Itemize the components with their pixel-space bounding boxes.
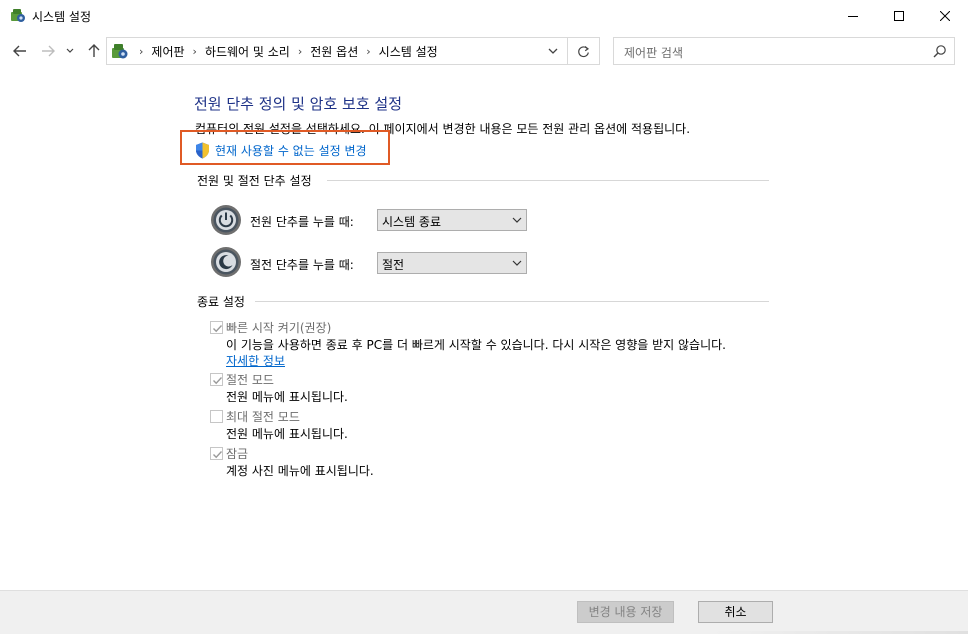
lock-checkbox[interactable] <box>210 447 223 460</box>
checkmark-icon <box>213 325 223 333</box>
main-content: 전원 단추 정의 및 암호 보호 설정 컴퓨터의 전원 설정을 선택하세요. 이… <box>0 71 968 590</box>
arrow-left-icon <box>13 45 26 57</box>
control-panel-icon <box>112 44 128 59</box>
power-button-icon <box>211 205 241 235</box>
sleep-checkbox[interactable] <box>210 373 223 386</box>
divider <box>327 180 769 181</box>
up-button[interactable] <box>84 41 104 61</box>
breadcrumb-hardware-sound[interactable]: 하드웨어 및 소리 <box>205 43 290 60</box>
breadcrumb-power-options[interactable]: 전원 옵션 <box>310 43 358 60</box>
sleep-label: 절전 모드 <box>226 373 274 387</box>
chevron-down-icon <box>512 260 522 266</box>
lock-label: 잠금 <box>226 447 249 461</box>
forward-button[interactable] <box>38 41 58 61</box>
sleep-button-action-select[interactable]: 절전 <box>377 252 527 274</box>
chevron-right-icon[interactable]: › <box>366 45 370 58</box>
hibernate-checkbox[interactable] <box>210 410 223 423</box>
minimize-button[interactable] <box>830 0 876 31</box>
fast-startup-label: 빠른 시작 켜기(권장) <box>226 321 332 335</box>
search-placeholder: 제어판 검색 <box>624 46 684 60</box>
chevron-down-icon[interactable] <box>547 45 559 57</box>
chevron-down-icon <box>512 217 522 223</box>
footer-bar: 변경 내용 저장 취소 <box>0 590 968 634</box>
save-changes-button[interactable]: 변경 내용 저장 <box>577 601 674 623</box>
sleep-description: 전원 메뉴에 표시됩니다. <box>226 390 348 404</box>
power-button-label: 전원 단추를 누를 때: <box>250 215 354 229</box>
address-bar[interactable]: › 제어판 › 하드웨어 및 소리 › 전원 옵션 › 시스템 설정 <box>106 37 568 65</box>
power-button-action-select[interactable]: 시스템 종료 <box>377 209 527 231</box>
maximize-icon <box>894 10 904 21</box>
window-title: 시스템 설정 <box>32 10 92 24</box>
fast-startup-description: 이 기능을 사용하면 종료 후 PC를 더 빠르게 시작할 수 있습니다. 다시… <box>226 338 726 352</box>
hibernate-label: 최대 절전 모드 <box>226 410 300 424</box>
power-button-action-value: 시스템 종료 <box>382 215 442 229</box>
breadcrumb: › 제어판 › 하드웨어 및 소리 › 전원 옵션 › 시스템 설정 <box>131 38 438 64</box>
title-bar: 시스템 설정 <box>0 0 968 31</box>
refresh-icon <box>578 45 590 57</box>
checkmark-icon <box>213 377 223 385</box>
back-button[interactable] <box>10 41 30 61</box>
breadcrumb-system-settings[interactable]: 시스템 설정 <box>379 43 438 60</box>
power-group-title: 전원 및 절전 단추 설정 <box>197 174 312 188</box>
arrow-up-icon <box>88 44 100 57</box>
page-title: 전원 단추 정의 및 암호 보호 설정 <box>194 95 403 113</box>
divider <box>255 301 769 302</box>
chevron-down-icon <box>66 48 74 53</box>
refresh-button[interactable] <box>567 37 600 65</box>
navigation-bar: › 제어판 › 하드웨어 및 소리 › 전원 옵션 › 시스템 설정 제어판 검… <box>0 31 968 71</box>
close-icon <box>940 10 950 21</box>
cancel-button[interactable]: 취소 <box>698 601 773 623</box>
search-input[interactable]: 제어판 검색 <box>613 37 955 65</box>
lock-description: 계정 사진 메뉴에 표시됩니다. <box>226 464 374 478</box>
more-info-link[interactable]: 자세한 정보 <box>226 352 285 369</box>
sleep-button-action-value: 절전 <box>382 258 405 272</box>
checkmark-icon <box>213 451 223 459</box>
close-button[interactable] <box>922 0 968 31</box>
chevron-right-icon[interactable]: › <box>298 45 302 58</box>
breadcrumb-control-panel[interactable]: 제어판 <box>151 43 184 60</box>
search-icon[interactable] <box>933 44 947 58</box>
shutdown-group-title: 종료 설정 <box>197 295 245 309</box>
change-unavailable-settings-link[interactable]: 현재 사용할 수 없는 설정 변경 <box>215 142 367 159</box>
chevron-right-icon: › <box>139 44 144 58</box>
arrow-right-icon <box>42 45 55 57</box>
fast-startup-checkbox[interactable] <box>210 321 223 334</box>
sleep-button-icon <box>211 247 241 277</box>
uac-shield-icon <box>196 142 209 159</box>
maximize-button[interactable] <box>876 0 922 31</box>
minimize-icon <box>848 15 858 17</box>
sleep-button-label: 절전 단추를 누를 때: <box>250 258 354 272</box>
control-panel-icon <box>11 9 25 22</box>
chevron-right-icon[interactable]: › <box>193 45 197 58</box>
recent-locations-button[interactable] <box>63 41 77 61</box>
hibernate-description: 전원 메뉴에 표시됩니다. <box>226 427 348 441</box>
